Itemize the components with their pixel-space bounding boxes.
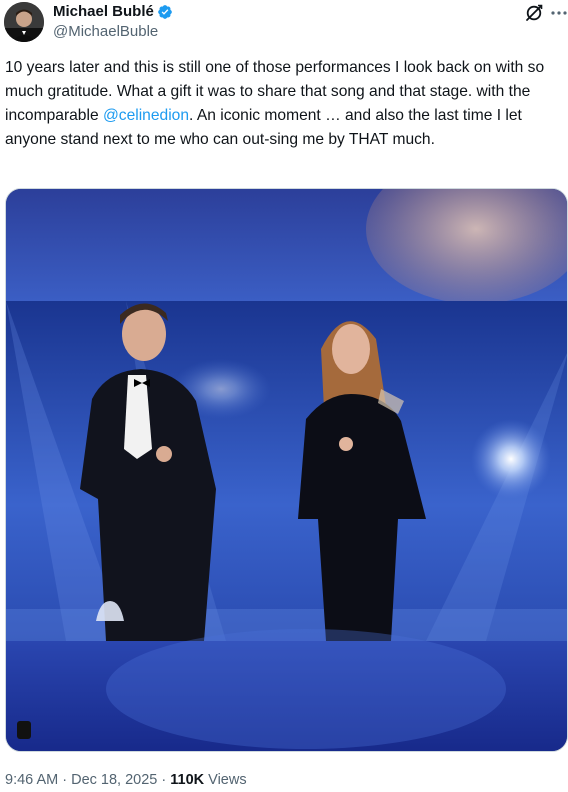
- name-row: Michael Bublé: [53, 3, 173, 21]
- video-player[interactable]: [5, 188, 568, 752]
- handle[interactable]: @MichaelBuble: [53, 23, 158, 41]
- more-options-icon[interactable]: [549, 4, 568, 22]
- mention-link[interactable]: @celinedion: [103, 107, 189, 124]
- views-count: 110K: [170, 772, 205, 788]
- timestamp-time[interactable]: 9:46 AM: [5, 772, 58, 788]
- tweet-meta: 9:46 AM · Dec 18, 2025 · 110K Views: [5, 771, 247, 789]
- avatar[interactable]: [4, 2, 44, 42]
- verified-badge-icon: [157, 4, 173, 20]
- meta-separator: ·: [58, 772, 72, 788]
- tweet-header: Michael Bublé @MichaelBuble: [0, 0, 568, 50]
- views-label: Views: [204, 772, 247, 788]
- tweet-text: 10 years later and this is still one of …: [5, 56, 560, 152]
- grok-icon[interactable]: [524, 3, 544, 23]
- display-name[interactable]: Michael Bublé: [53, 3, 154, 21]
- meta-separator: ·: [157, 772, 171, 788]
- video-frame: [6, 189, 567, 751]
- timestamp-date[interactable]: Dec 18, 2025: [71, 772, 157, 788]
- video-control-icon[interactable]: [17, 721, 31, 739]
